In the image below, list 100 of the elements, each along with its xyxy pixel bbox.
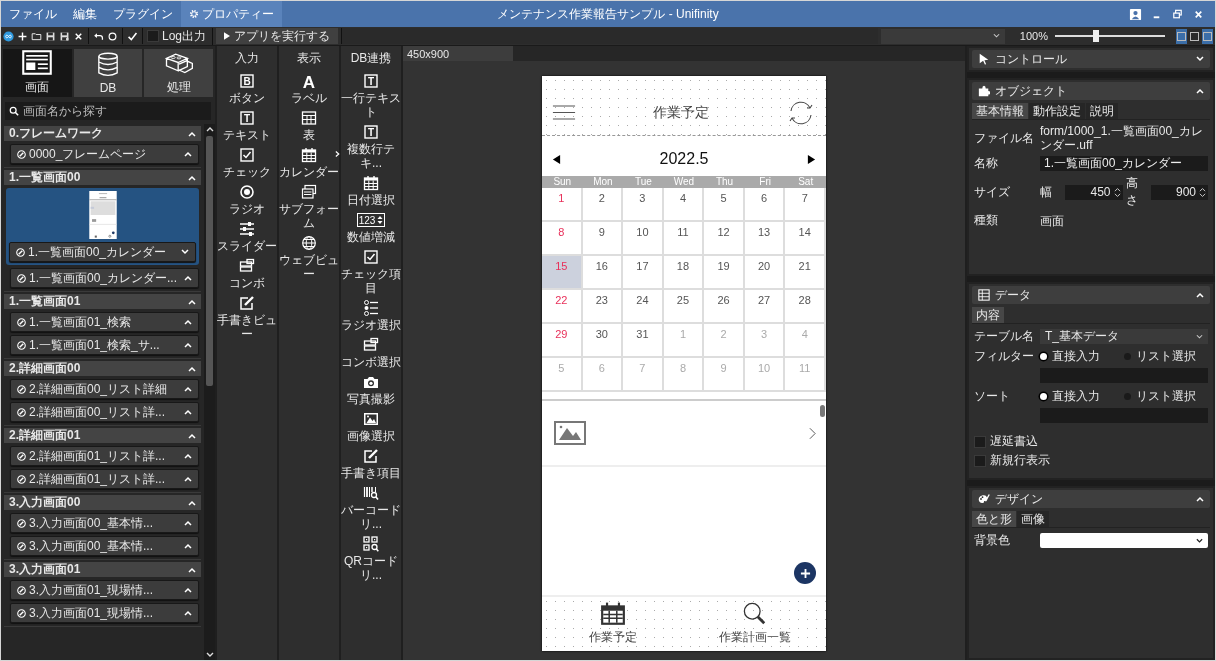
screen-item[interactable]: 0000_フレームページ	[10, 144, 199, 164]
sidebar-tab[interactable]: 画面	[3, 49, 72, 97]
screen-item[interactable]: 1.一覧画面00_カレンダー...	[10, 268, 199, 288]
sidebar-tab[interactable]: DB	[73, 49, 143, 97]
calendar-day[interactable]: 10	[623, 222, 664, 256]
calendar-day[interactable]: 14	[785, 222, 826, 256]
palette-item[interactable]: ラジオ選択	[341, 300, 401, 332]
palette-item[interactable]: 写真撮影	[341, 374, 401, 406]
menu-item[interactable]: プロパティー	[181, 1, 282, 27]
group-header[interactable]: 3.入力画面01	[4, 562, 201, 577]
spin-arrows-icon[interactable]	[1113, 186, 1121, 198]
group-header[interactable]: 1.一覧画面01	[4, 294, 201, 309]
panel-tab[interactable]: 基本情報	[972, 103, 1028, 119]
group-header[interactable]: 1.一覧画面00	[4, 170, 201, 185]
search-field[interactable]: 画面名から探す	[5, 102, 211, 120]
screen-item[interactable]: 2.詳細画面00_リスト詳...	[10, 402, 199, 422]
calendar-day[interactable]: 29	[542, 324, 583, 358]
previous-month-icon[interactable]	[552, 153, 561, 165]
bottom-nav-item[interactable]: 作業予定	[542, 597, 684, 651]
radio-option[interactable]: 直接入力	[1040, 348, 1124, 365]
canvas-tab[interactable]: 450x900	[403, 46, 513, 61]
panel-tab[interactable]: 説明	[1086, 103, 1118, 119]
calendar-day[interactable]: 16	[582, 256, 624, 290]
palette-item[interactable]: チェック	[217, 147, 277, 179]
calendar-day[interactable]: 18	[663, 256, 705, 290]
group-header[interactable]: 2.詳細画面00	[4, 361, 201, 376]
calendar-day[interactable]: 17	[623, 256, 664, 290]
bottom-nav-item[interactable]: 作業計画一覧	[684, 597, 826, 651]
calendar-day[interactable]: 20	[744, 256, 786, 290]
calendar-day[interactable]: 31	[623, 324, 664, 358]
panel-tab[interactable]: 動作設定	[1029, 103, 1085, 119]
palette-item[interactable]: 日付選択	[341, 175, 401, 207]
calendar-day[interactable]: 9	[582, 222, 624, 256]
add-icon[interactable]	[17, 30, 28, 42]
menu-item[interactable]: ファイル	[1, 1, 65, 27]
calendar-day[interactable]: 12	[704, 222, 745, 256]
palette-item[interactable]: カレンダー	[279, 147, 339, 179]
panel-tab[interactable]: 色と形	[972, 511, 1016, 527]
palette-item[interactable]: ラジオ	[217, 184, 277, 216]
scroll-up-icon[interactable]	[205, 126, 214, 132]
run-app-button[interactable]: アプリを実行する	[216, 28, 339, 44]
palette-item[interactable]: QRコードリ...	[341, 536, 401, 582]
folder-icon[interactable]	[31, 30, 42, 42]
radio-option[interactable]: リスト選択	[1124, 348, 1208, 365]
palette-item[interactable]: A ラベル	[279, 73, 339, 105]
screen-item[interactable]: 2.詳細画面01_リスト詳...	[10, 469, 199, 489]
palette-item[interactable]: コンボ選択	[341, 337, 401, 369]
option-checkbox[interactable]: 遅延書込	[974, 433, 1208, 450]
panel-tab[interactable]: 画像	[1017, 511, 1049, 527]
calendar-day[interactable]: 24	[623, 290, 664, 324]
table-dropdown[interactable]: T_基本データ	[1040, 329, 1208, 344]
palette-item[interactable]: 画像選択	[341, 411, 401, 443]
user-icon[interactable]	[1129, 7, 1142, 21]
slider-thumb[interactable]	[1092, 30, 1099, 42]
palette-item[interactable]: 手書きビュー	[217, 295, 277, 341]
add-button[interactable]	[794, 562, 816, 584]
name-input[interactable]: 1.一覧画面00_カレンダー	[1040, 156, 1208, 171]
screen-item[interactable]: 1.一覧画面01_検索_サ...	[10, 335, 199, 355]
screen-item[interactable]: 3.入力画面01_現場情...	[10, 603, 199, 623]
next-month-icon[interactable]	[807, 153, 816, 165]
menu-icon[interactable]	[552, 104, 576, 121]
color-dropdown[interactable]	[1040, 533, 1208, 548]
calendar-day[interactable]: 30	[582, 324, 624, 358]
calendar-day[interactable]: 11	[663, 222, 705, 256]
calendar-day[interactable]: 5	[704, 188, 745, 222]
palette-item[interactable]: サブフォーム	[279, 184, 339, 230]
menu-item[interactable]: 編集	[65, 1, 105, 27]
calendar-day[interactable]: 28	[785, 290, 826, 324]
delete-icon[interactable]	[73, 30, 84, 42]
infinity-logo-icon[interactable]	[3, 30, 14, 42]
scroll-thumb[interactable]	[820, 405, 825, 417]
design-panel-header[interactable]: デザイン	[972, 490, 1210, 508]
controls-header[interactable]: コントロール	[972, 50, 1210, 68]
calendar-day[interactable]: 19	[704, 256, 745, 290]
sidebar-tab[interactable]: 処理	[144, 49, 213, 97]
calendar-day[interactable]: 4	[663, 188, 705, 222]
calendar-day[interactable]: 21	[785, 256, 826, 290]
save-all-icon[interactable]	[59, 30, 70, 42]
calendar-day[interactable]: 27	[744, 290, 786, 324]
screen-item[interactable]: 2.詳細画面01_リスト詳...	[10, 446, 199, 466]
height-spinner[interactable]: 900	[1150, 184, 1208, 200]
calendar-day[interactable]: 7	[785, 188, 826, 222]
screen-item[interactable]: 3.入力画面00_基本情...	[10, 513, 199, 533]
calendar-day[interactable]: 8	[542, 222, 583, 256]
palette-item[interactable]: ウェブビュー	[279, 235, 339, 281]
screen-item[interactable]: 1.一覧画面00_カレンダー	[9, 242, 196, 262]
calendar-day[interactable]: 22	[542, 290, 583, 324]
palette-item[interactable]: T 一行テキスト	[341, 73, 401, 119]
palette-item[interactable]: バーコードリ...	[341, 485, 401, 531]
palette-item[interactable]: T テキスト	[217, 110, 277, 142]
palette-item[interactable]: 手書き項目	[341, 448, 401, 480]
group-header[interactable]: 3.入力画面00	[4, 495, 201, 510]
menu-item[interactable]: プラグイン	[105, 1, 181, 27]
radio-option[interactable]: リスト選択	[1124, 388, 1208, 405]
calendar-day[interactable]: 1	[542, 188, 583, 222]
calendar-day[interactable]: 13	[744, 222, 786, 256]
group-header[interactable]: 0.フレームワーク	[4, 126, 201, 141]
palette-item[interactable]: コンボ	[217, 258, 277, 290]
palette-item[interactable]: T 複数行テキ...	[341, 124, 401, 170]
calendar-day[interactable]: 23	[582, 290, 624, 324]
